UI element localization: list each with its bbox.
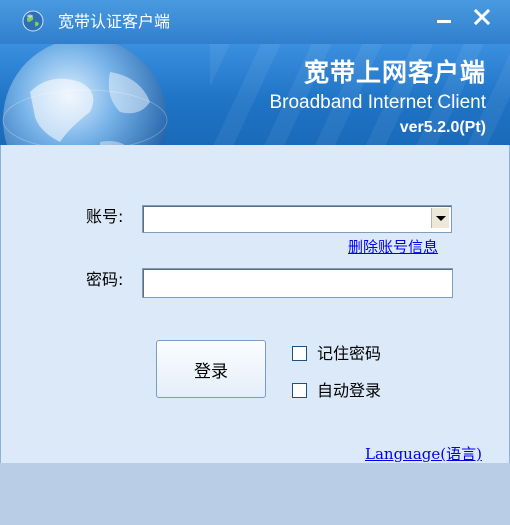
auto-login-label: 自动登录 xyxy=(317,381,382,400)
version-label: ver5.2.0(Pt) xyxy=(399,119,486,136)
minimize-button[interactable] xyxy=(428,4,456,30)
remember-password-label: 记住密码 xyxy=(317,344,382,363)
client-window: 宽带认证客户端 宽带上网客户端 Broadband Internet Clien… xyxy=(0,0,510,525)
close-button[interactable] xyxy=(468,4,496,30)
minimize-icon xyxy=(437,20,451,23)
auto-login-checkbox[interactable] xyxy=(292,383,307,398)
account-dropdown-button[interactable] xyxy=(431,208,449,228)
footer-bar xyxy=(0,463,510,525)
password-label: 密码: xyxy=(86,270,124,289)
account-combobox[interactable] xyxy=(142,205,452,233)
login-panel: 账号: 删除账号信息 密码: 登录 记住密码 自动登录 Language(语言) xyxy=(0,145,510,463)
account-label: 账号: xyxy=(86,207,124,226)
window-title: 宽带认证客户端 xyxy=(58,12,171,31)
globe-image xyxy=(2,44,168,145)
remember-password-checkbox[interactable] xyxy=(292,346,307,361)
close-icon xyxy=(473,8,491,26)
banner-title-english: Broadband Internet Client xyxy=(269,92,486,113)
title-bar[interactable]: 宽带认证客户端 xyxy=(0,0,510,44)
globe-app-icon xyxy=(22,10,44,32)
login-button[interactable]: 登录 xyxy=(156,340,266,398)
language-link[interactable]: Language(语言) xyxy=(365,445,482,463)
banner-title-chinese: 宽带上网客户端 xyxy=(303,58,486,87)
chevron-down-icon xyxy=(436,216,446,221)
password-field[interactable] xyxy=(142,268,453,298)
header-banner: 宽带上网客户端 Broadband Internet Client ver5.2… xyxy=(0,44,510,145)
delete-account-link[interactable]: 删除账号信息 xyxy=(348,238,438,256)
